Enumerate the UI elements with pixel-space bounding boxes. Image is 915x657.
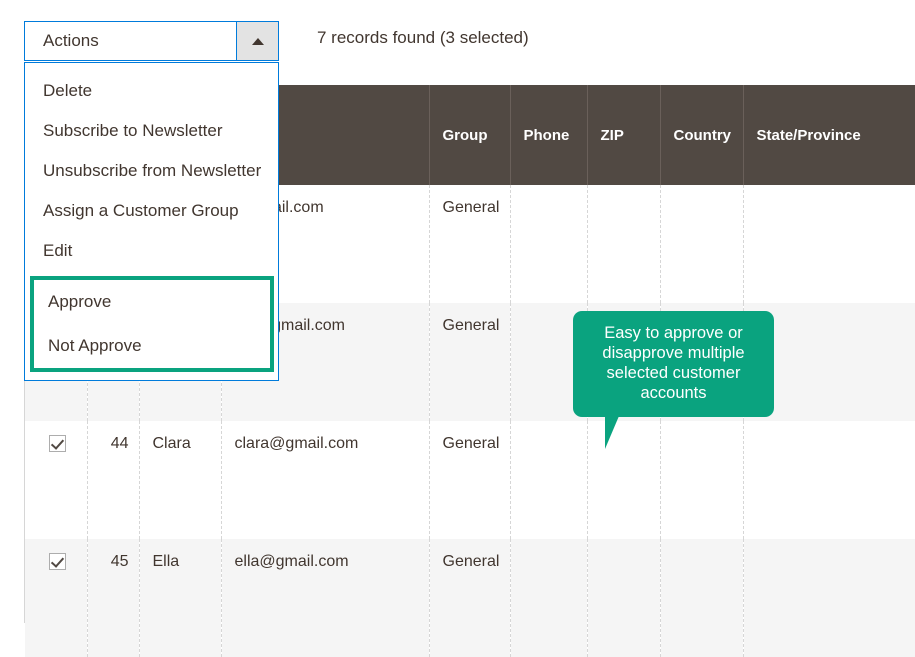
actions-toggle-button[interactable] bbox=[236, 22, 278, 60]
actions-select[interactable]: Actions bbox=[24, 21, 279, 61]
table-row[interactable]: 45 Ella ella@gmail.com General bbox=[25, 539, 915, 657]
callout-text: Easy to approve or disapprove multiple s… bbox=[573, 311, 774, 417]
menu-item-delete[interactable]: Delete bbox=[25, 71, 278, 111]
menu-item-subscribe-to-newsletter[interactable]: Subscribe to Newsletter bbox=[25, 111, 278, 151]
cell-zip bbox=[587, 539, 661, 657]
actions-dropdown-menu[interactable]: Delete Subscribe to Newsletter Unsubscribe… bbox=[24, 62, 279, 381]
cell-state bbox=[743, 539, 915, 657]
cell-group: General bbox=[429, 185, 511, 303]
caret-up-icon bbox=[251, 37, 264, 45]
row-checkbox[interactable] bbox=[48, 435, 66, 453]
menu-item-assign-a-customer-group[interactable]: Assign a Customer Group bbox=[25, 191, 278, 231]
column-header-group[interactable]: Group bbox=[429, 85, 511, 185]
row-checkbox-cell[interactable] bbox=[25, 421, 88, 539]
cell-email: ella@gmail.com bbox=[221, 539, 430, 657]
column-header-phone[interactable]: Phone bbox=[510, 85, 588, 185]
actions-select-label: Actions bbox=[43, 31, 99, 50]
cell-id: 45 bbox=[87, 539, 140, 657]
menu-item-edit[interactable]: Edit bbox=[25, 231, 278, 271]
callout-tooltip: Easy to approve or disapprove multiple s… bbox=[573, 311, 774, 449]
cell-zip bbox=[587, 185, 661, 303]
menu-item-unsubscribe-from-newsletter[interactable]: Unsubscribe from Newsletter bbox=[25, 151, 278, 191]
cell-country bbox=[660, 539, 744, 657]
cell-name: Ella bbox=[139, 539, 222, 657]
cell-group: General bbox=[429, 421, 511, 539]
column-header-country[interactable]: Country bbox=[660, 85, 744, 185]
cell-state bbox=[743, 421, 915, 539]
cell-group: General bbox=[429, 539, 511, 657]
cell-group: General bbox=[429, 303, 511, 421]
row-checkbox[interactable] bbox=[48, 553, 66, 571]
cell-country bbox=[660, 185, 744, 303]
row-checkbox-cell[interactable] bbox=[25, 539, 88, 657]
menu-item-approve[interactable]: Approve bbox=[34, 280, 270, 324]
menu-item-not-approve[interactable]: Not Approve bbox=[34, 324, 270, 368]
cell-name: Clara bbox=[139, 421, 222, 539]
column-header-zip[interactable]: ZIP bbox=[587, 85, 661, 185]
cell-phone bbox=[510, 185, 588, 303]
approve-actions-highlight: Approve Not Approve bbox=[30, 276, 274, 372]
cell-email: clara@gmail.com bbox=[221, 421, 430, 539]
callout-tail-icon bbox=[605, 416, 633, 449]
cell-id: 44 bbox=[87, 421, 140, 539]
cell-country bbox=[660, 421, 744, 539]
records-count-label: 7 records found (3 selected) bbox=[317, 28, 529, 47]
cell-state bbox=[743, 185, 915, 303]
cell-phone bbox=[510, 421, 588, 539]
table-row[interactable]: 44 Clara clara@gmail.com General bbox=[25, 421, 915, 539]
cell-phone bbox=[510, 539, 588, 657]
column-header-state[interactable]: State/Province bbox=[743, 85, 915, 185]
